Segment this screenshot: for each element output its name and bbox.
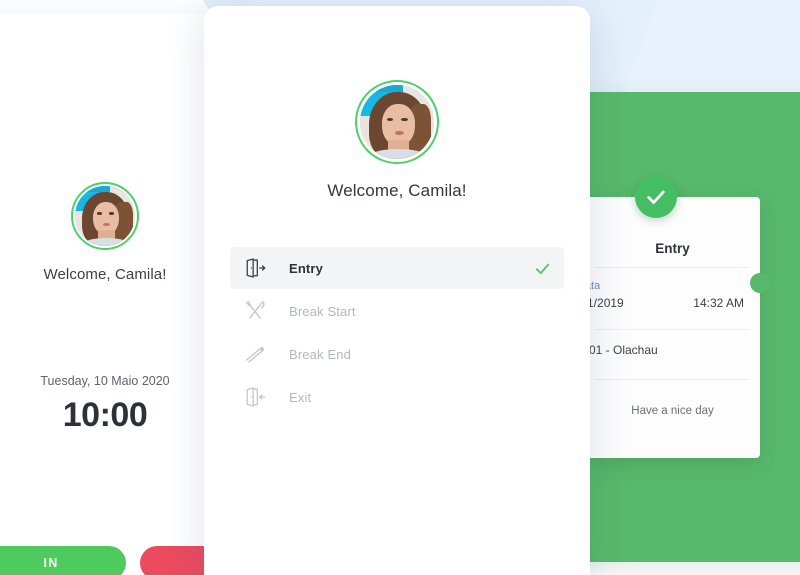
receipt-footer-text: Have a nice day <box>631 405 714 417</box>
option-entry-label: Entry <box>289 260 323 276</box>
cutlery-parallel-icon <box>243 341 273 367</box>
receipt-divider-3 <box>595 379 750 380</box>
receipt-title: Entry <box>655 241 690 256</box>
modal-avatar <box>355 80 439 164</box>
punch-type-modal: Welcome, Camila! Entry Break Start Break… <box>204 6 590 575</box>
option-entry[interactable]: Entry <box>230 247 564 289</box>
receipt-notch <box>750 273 770 293</box>
receipt-card: Entry Data /01/2019 14:32 AM 01 - Olacha… <box>577 197 770 458</box>
receipt-divider <box>595 267 750 268</box>
receipt-time-value: 14:32 AM <box>693 296 744 310</box>
check-circle-icon <box>635 176 677 218</box>
avatar-photo <box>75 186 135 246</box>
app-screen: Welcome, Camila! Tuesday, 10 Maio 2020 1… <box>0 0 800 575</box>
avatar <box>71 182 139 250</box>
entry-check-icon <box>534 260 551 277</box>
cutlery-cross-icon <box>243 298 273 324</box>
option-exit[interactable]: Exit <box>230 376 564 418</box>
door-enter-icon <box>243 255 273 281</box>
option-break-end-label: Break End <box>289 346 352 362</box>
punch-type-list: Entry Break Start Break End Exit <box>230 247 564 418</box>
receipt-location-value: 01 - Olachau <box>589 343 658 357</box>
option-break-start[interactable]: Break Start <box>230 290 564 332</box>
modal-avatar-photo <box>360 85 434 159</box>
modal-welcome-text: Welcome, Camila! <box>327 181 467 200</box>
in-button[interactable]: IN <box>0 546 126 575</box>
option-exit-label: Exit <box>289 389 312 405</box>
receipt-location-row: 01 - Olachau <box>585 343 760 373</box>
option-break-end[interactable]: Break End <box>230 333 564 375</box>
option-break-start-label: Break Start <box>289 303 356 319</box>
receipt-datetime-row: Data /01/2019 14:32 AM <box>577 280 760 320</box>
door-exit-icon <box>243 384 273 410</box>
receipt-divider-2 <box>595 329 750 330</box>
